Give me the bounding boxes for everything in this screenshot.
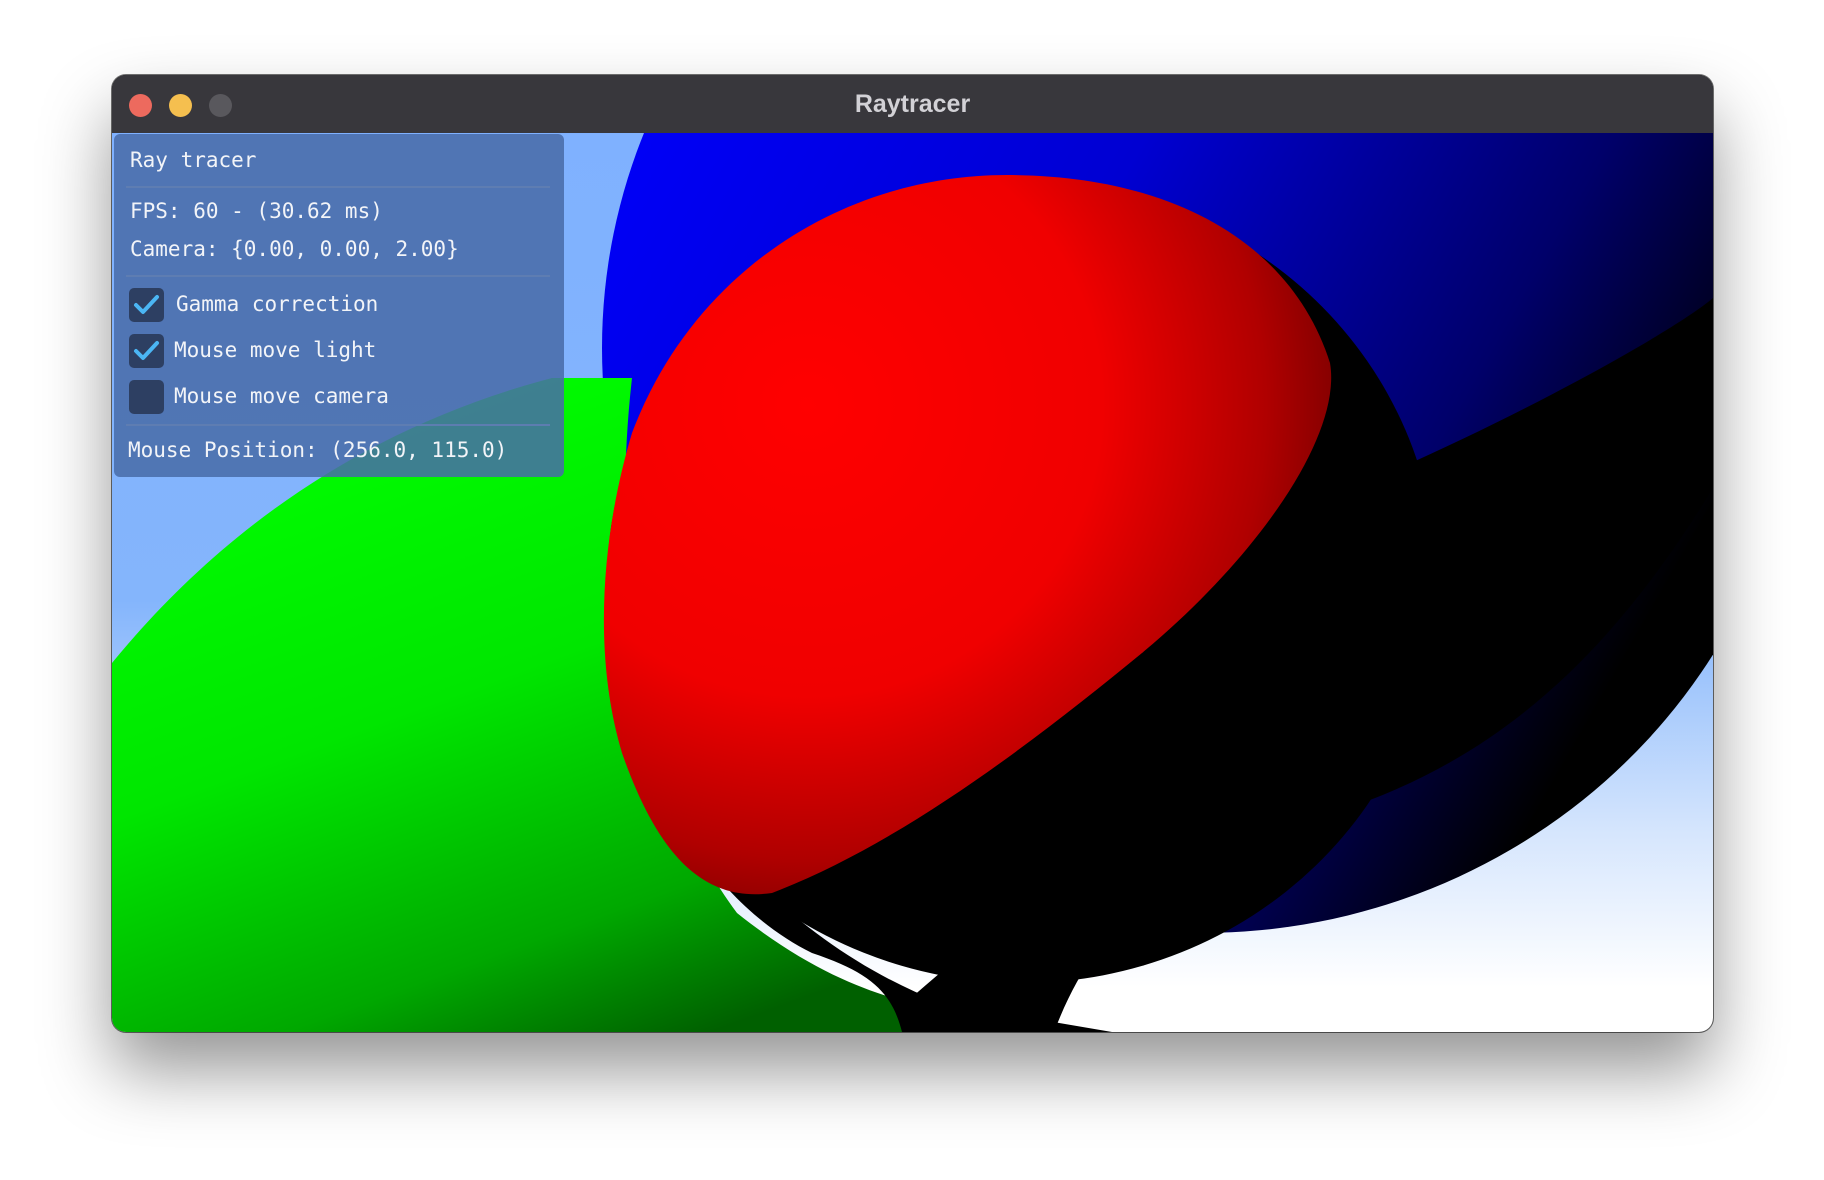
- mouse-move-camera-checkbox[interactable]: [129, 380, 164, 414]
- gamma-correction-checkbox[interactable]: [129, 288, 164, 322]
- gamma-correction-label[interactable]: Gamma correction: [176, 292, 378, 316]
- raytracer-window: Raytracer Ray tracer FPS: 60 - (30.62 ms…: [112, 75, 1713, 1032]
- control-panel[interactable]: Ray tracer FPS: 60 - (30.62 ms) Camera: …: [114, 134, 564, 477]
- panel-divider: [126, 186, 550, 188]
- title-bar[interactable]: Raytracer: [112, 75, 1713, 134]
- panel-divider: [126, 424, 550, 426]
- mouse-position-readout: Mouse Position: (256.0, 115.0): [128, 438, 508, 462]
- panel-heading: Ray tracer: [130, 148, 257, 172]
- window-title: Raytracer: [854, 90, 971, 118]
- mouse-move-camera-label[interactable]: Mouse move camera: [174, 384, 389, 408]
- checkmark-icon: [134, 341, 159, 360]
- fps-readout: FPS: 60 - (30.62 ms): [130, 199, 383, 223]
- mouse-move-light-checkbox[interactable]: [129, 334, 164, 368]
- checkmark-icon: [134, 295, 159, 314]
- camera-readout: Camera: {0.00, 0.00, 2.00}: [130, 237, 459, 261]
- panel-divider: [126, 275, 550, 277]
- mouse-move-light-label[interactable]: Mouse move light: [174, 338, 376, 362]
